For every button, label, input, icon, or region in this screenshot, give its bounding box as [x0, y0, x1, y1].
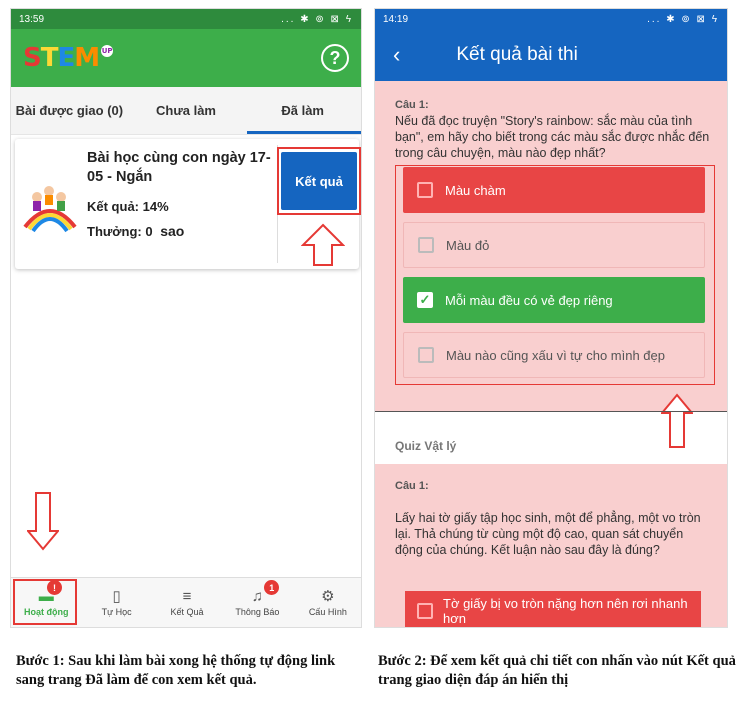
tab-done[interactable]: Đã làm — [244, 87, 361, 134]
nav-self-study-label: Tự Học — [101, 606, 132, 617]
question-2-label: Câu 1: — [395, 480, 429, 492]
status-time: 14:19 — [383, 13, 409, 25]
right-phone-screen: 14:19 ... ✱ ⊚ ⊠ ϟ ‹ Kết quả bài thi Câu … — [374, 8, 728, 628]
tab-not-done[interactable]: Chưa làm — [128, 87, 245, 134]
nav-notifications-badge: 1 — [264, 580, 280, 595]
lesson-tabs: Bài được giao (0) Chưa làm Đã làm — [11, 87, 361, 135]
checkbox-icon — [418, 237, 434, 253]
nav-settings-label: Cấu Hình — [308, 606, 347, 617]
question-1-label: Câu 1: — [395, 99, 429, 111]
left-phone-screen: 13:59 ... ✱ ⊚ ⊠ ϟ S T E M UP ? Bài được … — [10, 8, 362, 628]
answer-option[interactable]: Màu chàm — [403, 167, 705, 213]
help-circle-icon[interactable]: ? — [321, 44, 349, 72]
answer-text: Tờ giấy bị vo tròn nặng hơn nên rơi nhan… — [443, 596, 688, 626]
question-1-text: Nếu đã đọc truyện "Story's rainbow: sắc … — [395, 114, 710, 160]
logo-letter-t: T — [40, 43, 59, 73]
logo-letter-e: E — [57, 43, 75, 73]
step-2-caption: Bước 2: Để xem kết quả chi tiết con nhấn… — [378, 653, 736, 688]
answer-text: Mỗi màu đều có vẻ đẹp riêng — [445, 292, 613, 308]
quiz-title: Quiz Vật lý — [395, 439, 457, 453]
app-header: S T E M UP ? — [11, 29, 361, 87]
result-button[interactable]: Kết quả — [281, 152, 357, 210]
page-title: Kết quả bài thi — [456, 44, 578, 65]
status-time: 13:59 — [19, 13, 45, 25]
back-arrow-icon[interactable]: ‹ — [393, 42, 400, 68]
arrow-up-icon — [661, 393, 693, 448]
answer-option[interactable]: Màu nào cũng xấu vì tự cho mình đẹp — [403, 332, 705, 378]
bottom-navigation: ! ▬ Hoạt động ▯ Tự Học ≡ Kết Quả 1 ♫ Thô… — [11, 577, 361, 627]
tab-active-indicator — [247, 131, 361, 134]
nav-results-label: Kết Quả — [170, 606, 204, 617]
checkbox-icon — [418, 347, 434, 363]
nav-notifications[interactable]: 1 ♫ Thông Báo — [222, 578, 292, 627]
nav-results[interactable]: ≡ Kết Quả — [152, 578, 222, 627]
status-bar: 13:59 ... ✱ ⊚ ⊠ ϟ — [11, 9, 361, 29]
lesson-title: Bài học cùng con ngày 17-05 - Ngắn — [87, 150, 271, 185]
section-divider — [375, 411, 727, 412]
checkbox-icon — [417, 603, 433, 619]
tab-assigned[interactable]: Bài được giao (0) — [11, 87, 128, 134]
app-header: ‹ Kết quả bài thi — [375, 29, 727, 81]
nav-notifications-label: Thông Báo — [235, 606, 280, 617]
step-1-caption: Bước 1: Sau khi làm bài xong hệ thống tự… — [16, 653, 336, 688]
bell-icon: ♫ — [251, 587, 264, 605]
answer-option[interactable]: Tờ giấy bị vo tròn nặng hơn nên rơi nhan… — [405, 591, 701, 627]
stem-logo[interactable]: S T E M UP — [23, 43, 114, 73]
answer-text: Màu chàm — [445, 182, 506, 198]
lesson-result: Kết quả: 14% — [87, 199, 169, 214]
status-icons: ... ✱ ⊚ ⊠ ϟ — [281, 13, 353, 25]
nav-self-study[interactable]: ▯ Tự Học — [81, 578, 151, 627]
checkbox-checked-icon: ✓ — [417, 292, 433, 308]
reward-label: Thưởng: 0 — [87, 224, 153, 239]
answer-text: Màu nào cũng xấu vì tự cho mình đẹp — [446, 347, 666, 363]
logo-letter-s: S — [23, 43, 42, 73]
answer-option-correct[interactable]: ✓ Mỗi màu đều có vẻ đẹp riêng — [403, 277, 705, 323]
status-icons: ... ✱ ⊚ ⊠ ϟ — [647, 13, 719, 25]
gear-icon: ⚙ — [321, 587, 335, 605]
logo-letter-m: M — [74, 43, 100, 73]
book-icon: ▯ — [112, 587, 121, 605]
nav-settings[interactable]: ⚙ Cấu Hình — [293, 578, 361, 627]
nav-activity-highlight — [13, 579, 77, 625]
answer-option[interactable]: Màu đỏ — [403, 222, 705, 268]
answer-text: Màu đỏ — [446, 237, 490, 253]
checkbox-icon — [417, 182, 433, 198]
reward-unit: sao — [160, 223, 185, 239]
status-bar: 14:19 ... ✱ ⊚ ⊠ ϟ — [375, 9, 727, 29]
arrow-down-icon — [27, 492, 59, 551]
question-2-text: Lấy hai tờ giấy tập học sinh, một để phẳ… — [395, 511, 701, 557]
arrow-up-icon — [301, 223, 345, 266]
lesson-reward: Thưởng: 0 sao — [87, 223, 184, 239]
lesson-thumbnail — [23, 175, 77, 235]
logo-up-badge: UP — [101, 45, 114, 57]
question-1-section: Câu 1: Nếu đã đọc truyện "Story's rainbo… — [375, 81, 727, 448]
checklist-icon: ≡ — [182, 587, 192, 605]
